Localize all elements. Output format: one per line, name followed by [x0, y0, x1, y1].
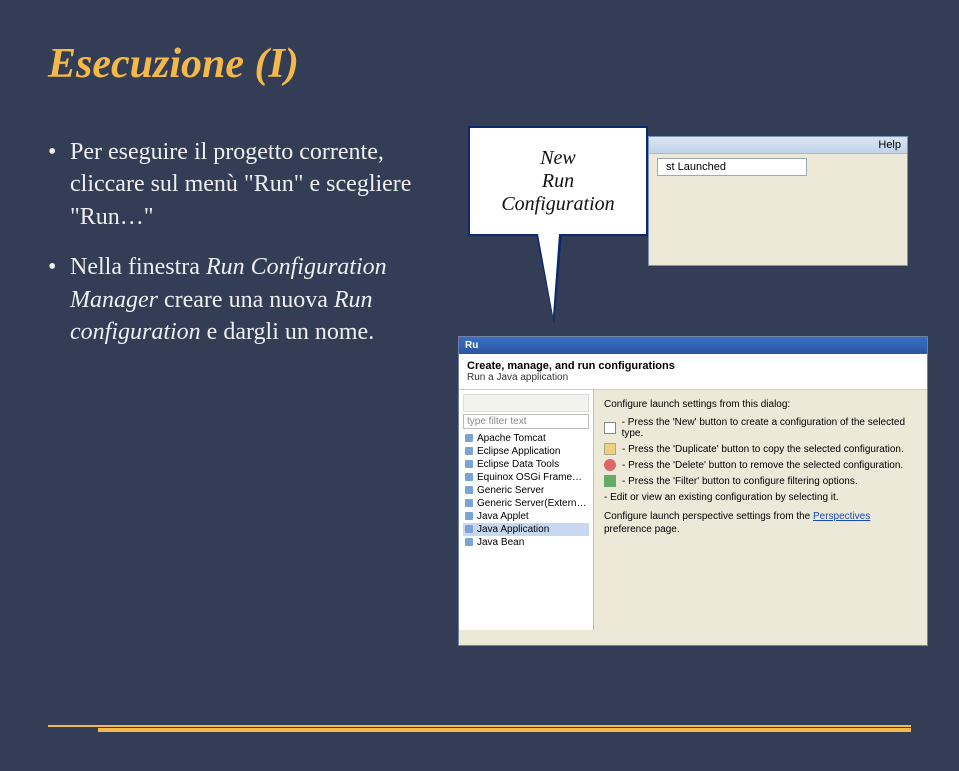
bullet-1: Per eseguire il progetto corrente, clicc…	[48, 136, 428, 233]
pane-persp-pre: Configure launch perspective settings fr…	[604, 511, 813, 522]
bottom-bar-thin	[48, 725, 911, 727]
tree-list: Apache Tomcat Eclipse Application Eclips…	[463, 432, 589, 549]
tree-item-equinox[interactable]: Equinox OSGi Framework	[463, 471, 589, 484]
callout-box: New Run Configuration	[468, 126, 648, 236]
callout-tail-fill	[538, 234, 559, 316]
bullet-list: Per eseguire il progetto corrente, clicc…	[48, 136, 428, 348]
config-pane: Configure launch settings from this dial…	[594, 390, 927, 630]
bullet-2-pre: Nella finestra	[70, 254, 206, 280]
slide-title: Esecuzione (I)	[48, 40, 911, 88]
callout-line-1: New	[540, 147, 576, 170]
slide: Esecuzione (I) Per eseguire il progetto …	[0, 0, 959, 771]
delete-icon	[604, 459, 616, 471]
filter-input[interactable]: type filter text	[463, 414, 589, 429]
bullet-1-text: Per eseguire il progetto corrente, clicc…	[70, 139, 411, 230]
content-row: Per eseguire il progetto corrente, clicc…	[48, 136, 911, 366]
tree-item-java-applet[interactable]: Java Applet	[463, 510, 589, 523]
duplicate-icon	[604, 443, 616, 455]
bullet-2-mid: creare una nuova	[158, 287, 334, 313]
dialog-header: Create, manage, and run configurations R…	[459, 354, 927, 390]
pane-text-edit: - Edit or view an existing configuration…	[604, 491, 917, 504]
screenshot-run-config: Ru Create, manage, and run configuration…	[458, 336, 928, 646]
dialog-titlebar: Ru	[459, 337, 927, 354]
pane-persp-post: preference page.	[604, 524, 680, 535]
tree-item-generic-server-ext[interactable]: Generic Server(External La	[463, 497, 589, 510]
tree-item-eclipse-app[interactable]: Eclipse Application	[463, 445, 589, 458]
pane-text-new: - Press the 'New' button to create a con…	[622, 417, 917, 439]
dialog-heading: Create, manage, and run configurations	[467, 360, 919, 372]
pane-intro: Configure launch settings from this dial…	[604, 398, 917, 411]
new-icon	[604, 422, 616, 434]
bullet-2-post: e dargli un nome.	[201, 319, 375, 345]
bullet-column: Per eseguire il progetto corrente, clicc…	[48, 136, 428, 366]
dialog-body: type filter text Apache Tomcat Eclipse A…	[459, 390, 927, 630]
bottom-accent-bar	[48, 725, 911, 731]
pane-line-delete: - Press the 'Delete' button to remove th…	[604, 459, 917, 471]
tree-item-java-application[interactable]: Java Application	[463, 523, 589, 536]
screenshots-column: New Run Configuration Help st Launched R…	[448, 136, 911, 366]
bottom-bar-thick	[98, 728, 911, 732]
pane-text-duplicate: - Press the 'Duplicate' button to copy t…	[622, 444, 904, 455]
tree-toolbar[interactable]	[463, 394, 589, 412]
pane-line-new: - Press the 'New' button to create a con…	[604, 417, 917, 439]
tree-item-generic-server[interactable]: Generic Server	[463, 484, 589, 497]
tree-item-tomcat[interactable]: Apache Tomcat	[463, 432, 589, 445]
tree-item-data-tools[interactable]: Eclipse Data Tools	[463, 458, 589, 471]
dropdown-item: st Launched	[658, 159, 806, 175]
pane-line-filter: - Press the 'Filter' button to configure…	[604, 475, 917, 487]
pane-text-perspectives: Configure launch perspective settings fr…	[604, 510, 917, 536]
dropdown: st Launched	[657, 158, 807, 176]
bullet-2: Nella finestra Run Configuration Manager…	[48, 251, 428, 348]
pane-line-duplicate: - Press the 'Duplicate' button to copy t…	[604, 443, 917, 455]
callout-line-3: Configuration	[501, 193, 614, 216]
pane-text-delete: - Press the 'Delete' button to remove th…	[622, 460, 903, 471]
pane-text-filter: - Press the 'Filter' button to configure…	[622, 476, 858, 487]
callout-line-2: Run	[542, 170, 574, 193]
screenshot-menu: Help st Launched	[648, 136, 908, 266]
dialog-subheading: Run a Java application	[467, 372, 919, 383]
menubar: Help	[649, 137, 907, 154]
config-tree: type filter text Apache Tomcat Eclipse A…	[459, 390, 594, 630]
perspectives-link[interactable]: Perspectives	[813, 511, 870, 522]
filter-icon	[604, 475, 616, 487]
tree-item-java-bean[interactable]: Java Bean	[463, 536, 589, 549]
